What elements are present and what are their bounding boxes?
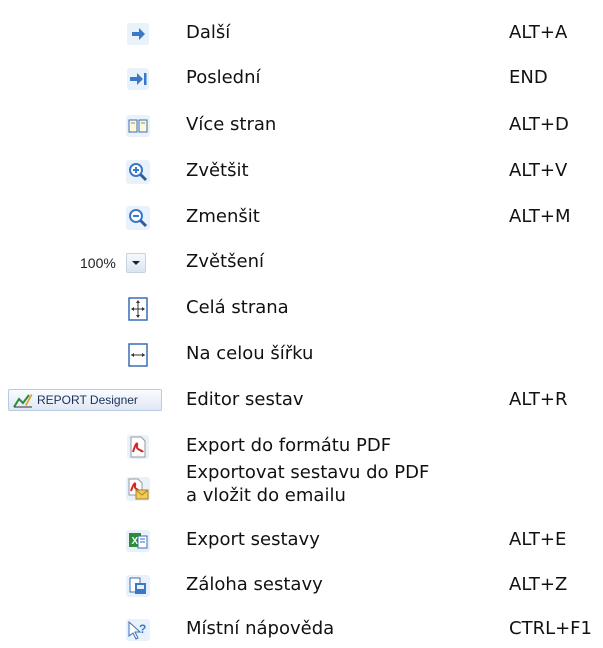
- multiple-pages-icon: [120, 110, 156, 142]
- menu-item-context-help[interactable]: ? Místní nápověda CTRL+F1: [0, 608, 603, 648]
- zoom-value: 100%: [80, 255, 116, 271]
- menu-item-label: Export do formátu PDF: [186, 435, 392, 456]
- report-designer-button[interactable]: REPORT Designer: [8, 389, 162, 411]
- pdf-email-icon: [120, 473, 156, 505]
- menu-item-whole-page[interactable]: Celá strana: [0, 287, 603, 327]
- menu-item-page-width[interactable]: Na celou šířku: [0, 333, 603, 373]
- report-backup-icon: [120, 570, 156, 602]
- shortcut-label: CTRL+F1: [509, 618, 592, 639]
- context-help-icon: ?: [120, 614, 156, 646]
- menu-item-last[interactable]: Poslední END: [0, 57, 603, 97]
- page-width-icon: [120, 339, 156, 371]
- label-line-1: Exportovat sestavu do PDF: [186, 462, 430, 483]
- menu-item-zoom-level[interactable]: 100% Zvětšení: [0, 241, 603, 281]
- menu-item-next[interactable]: Další ALT+A: [0, 12, 603, 52]
- report-designer-icon: [13, 394, 33, 408]
- svg-text:X: X: [132, 536, 139, 547]
- shortcut-label: ALT+E: [509, 529, 567, 550]
- arrow-next-icon: [120, 18, 156, 50]
- svg-text:?: ?: [139, 622, 146, 636]
- excel-export-icon: X: [120, 525, 156, 557]
- zoom-in-icon: [120, 156, 156, 188]
- whole-page-icon: [120, 293, 156, 325]
- menu-item-label: Více stran: [186, 114, 277, 135]
- menu-item-label: Záloha sestavy: [186, 574, 323, 595]
- menu-item-report-editor[interactable]: REPORT Designer Editor sestav ALT+R: [0, 379, 603, 419]
- menu-item-label: Celá strana: [186, 297, 289, 318]
- menu-item-label: Zvětšit: [186, 160, 249, 181]
- menu-item-export-pdf-email[interactable]: Exportovat sestavu do PDF a vložit do em…: [0, 461, 603, 511]
- shortcut-label: ALT+V: [509, 160, 568, 181]
- menu-item-label: Editor sestav: [186, 389, 304, 410]
- arrow-last-icon: [120, 63, 156, 95]
- menu-item-label: Export sestavy: [186, 529, 320, 550]
- menu-item-label: Exportovat sestavu do PDF a vložit do em…: [186, 461, 429, 507]
- shortcut-label: ALT+D: [509, 114, 569, 135]
- zoom-out-icon: [120, 202, 156, 234]
- label-line-2: a vložit do emailu: [186, 485, 346, 506]
- shortcut-label: ALT+R: [509, 389, 568, 410]
- menu-item-multiple-pages[interactable]: Více stran ALT+D: [0, 104, 603, 144]
- shortcut-label: ALT+M: [509, 206, 571, 227]
- shortcut-label: END: [509, 67, 548, 88]
- menu-item-label: Zmenšit: [186, 206, 260, 227]
- pdf-icon: [120, 431, 156, 463]
- menu-item-label: Místní nápověda: [186, 618, 335, 639]
- menu-item-backup-report[interactable]: Záloha sestavy ALT+Z: [0, 564, 603, 604]
- menu-item-label: Zvětšení: [186, 251, 264, 272]
- chevron-down-icon[interactable]: [125, 253, 146, 273]
- menu-item-zoom-in[interactable]: Zvětšit ALT+V: [0, 150, 603, 190]
- report-designer-label: REPORT Designer: [37, 393, 138, 407]
- zoom-select[interactable]: 100%: [80, 253, 146, 273]
- menu-item-label: Na celou šířku: [186, 343, 314, 364]
- menu-item-label: Další: [186, 22, 231, 43]
- shortcut-label: ALT+A: [509, 22, 568, 43]
- shortcut-label: ALT+Z: [509, 574, 568, 595]
- menu-item-label: Poslední: [186, 67, 261, 88]
- menu-item-zoom-out[interactable]: Zmenšit ALT+M: [0, 196, 603, 236]
- menu-item-export-pdf[interactable]: Export do formátu PDF: [0, 425, 603, 465]
- menu-item-export-report[interactable]: X Export sestavy ALT+E: [0, 519, 603, 559]
